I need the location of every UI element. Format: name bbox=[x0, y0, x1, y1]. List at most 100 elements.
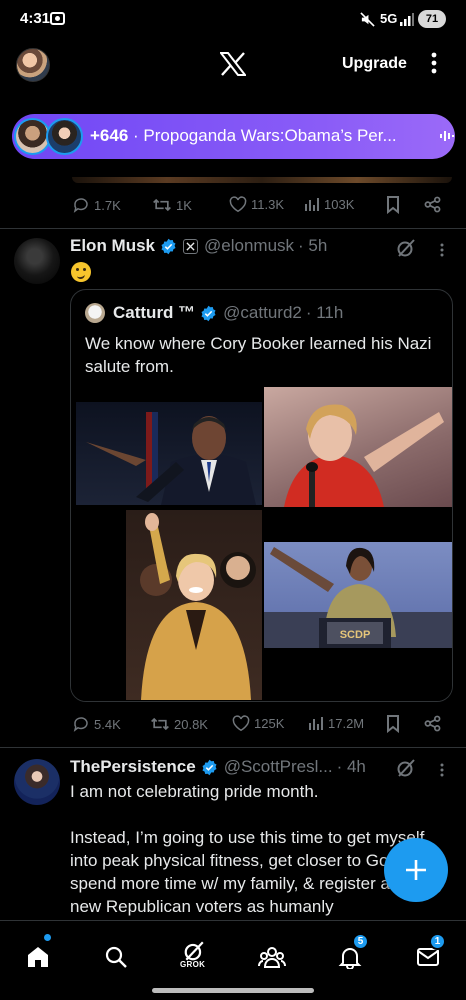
divider bbox=[0, 228, 466, 229]
quoted-tweet-header: Catturd ™ @catturd2 · 11h bbox=[85, 303, 343, 323]
bookmark-button[interactable] bbox=[386, 715, 400, 733]
smirk-emoji-icon bbox=[71, 262, 91, 282]
communities-icon bbox=[258, 947, 286, 968]
reply-count: 1.7K bbox=[94, 197, 121, 213]
quoted-author-handle: @catturd2 bbox=[223, 303, 302, 322]
status-time: 4:31 bbox=[20, 10, 51, 27]
reply-button[interactable]: 5.4K bbox=[72, 715, 121, 733]
views-icon bbox=[305, 198, 319, 211]
grok-icon[interactable] bbox=[396, 758, 416, 778]
tweet-more-icon[interactable] bbox=[440, 243, 444, 257]
mail-icon bbox=[417, 948, 439, 966]
like-button[interactable]: 11.3K bbox=[229, 196, 284, 213]
photo-2 bbox=[264, 387, 452, 507]
nav-home[interactable] bbox=[18, 937, 58, 977]
verified-badge-icon bbox=[201, 759, 218, 776]
tweet-text-line: I am not celebrating pride month. bbox=[70, 782, 319, 801]
previous-post-media[interactable] bbox=[72, 177, 452, 183]
tweet-more-icon[interactable] bbox=[440, 763, 444, 777]
photo-1 bbox=[76, 402, 262, 505]
space-title: +646 · Propoganda Wars:Obama’s Per... bbox=[90, 126, 397, 146]
like-button[interactable]: 125K bbox=[232, 715, 284, 732]
bookmark-icon bbox=[387, 196, 399, 214]
quoted-author-name: Catturd ™ bbox=[113, 303, 196, 322]
screen-record-icon bbox=[50, 12, 65, 25]
signal-icon bbox=[400, 12, 414, 26]
bookmark-button[interactable] bbox=[386, 196, 400, 214]
nav-search[interactable] bbox=[96, 937, 136, 977]
verified-badge-icon bbox=[160, 238, 177, 255]
network-type: 5G bbox=[380, 11, 398, 26]
author-handle[interactable]: @elonmusk bbox=[204, 236, 294, 256]
views-icon bbox=[309, 717, 323, 730]
heart-icon bbox=[232, 715, 250, 732]
status-bar: 4:31 5G 71 bbox=[0, 0, 466, 40]
notifications-badge: 5 bbox=[352, 933, 369, 950]
tweet-time: · 4h bbox=[336, 757, 366, 776]
mute-icon bbox=[360, 12, 375, 27]
plus-icon bbox=[406, 860, 426, 880]
quoted-author-avatar bbox=[85, 303, 105, 323]
battery-indicator: 71 bbox=[418, 10, 446, 28]
repost-count: 1K bbox=[176, 197, 192, 213]
grok-icon[interactable] bbox=[396, 238, 416, 258]
quoted-tweet-text: We know where Cory Booker learned his Na… bbox=[85, 334, 432, 376]
repost-icon bbox=[151, 717, 169, 731]
grok-label: GROK bbox=[180, 960, 206, 969]
compose-post-button[interactable] bbox=[384, 838, 448, 902]
tweet-actions: 5.4K 20.8K 125K 17.2M bbox=[72, 715, 452, 737]
nav-communities[interactable] bbox=[252, 937, 292, 977]
like-count: 11.3K bbox=[251, 197, 285, 212]
reply-count: 5.4K bbox=[94, 716, 121, 732]
previous-post-actions: 1.7K 1K 11.3K 103K bbox=[72, 196, 452, 218]
quoted-tweet-time: · 11h bbox=[305, 303, 344, 322]
x-logo-icon[interactable] bbox=[220, 52, 246, 76]
tweet-time: · 5h bbox=[298, 236, 328, 255]
search-icon bbox=[105, 946, 127, 968]
grok-icon bbox=[184, 941, 204, 961]
repost-button[interactable]: 20.8K bbox=[150, 715, 208, 733]
heart-icon bbox=[229, 196, 247, 213]
home-unread-dot bbox=[44, 934, 51, 941]
verified-badge-icon bbox=[200, 305, 217, 322]
home-icon bbox=[28, 947, 48, 967]
reply-icon bbox=[73, 717, 88, 732]
share-button[interactable] bbox=[424, 715, 441, 732]
more-options-icon[interactable] bbox=[431, 52, 437, 74]
tweet-text: I am not celebrating pride month. Instea… bbox=[70, 780, 445, 918]
reply-button[interactable]: 1.7K bbox=[72, 196, 121, 214]
tweet-header: ThePersistence @ScottPresl... · 4h bbox=[70, 757, 366, 777]
x-affiliate-badge-icon bbox=[183, 238, 199, 254]
quoted-tweet[interactable]: Catturd ™ @catturd2 · 11h We know where … bbox=[70, 289, 453, 702]
audio-wave-icon bbox=[440, 131, 454, 141]
bookmark-icon bbox=[387, 715, 399, 733]
tweet-header: Elon Musk @elonmusk · 5h bbox=[70, 236, 327, 256]
upgrade-button[interactable]: Upgrade bbox=[342, 55, 407, 73]
quoted-tweet-image-collage[interactable]: SCDP bbox=[71, 387, 452, 701]
reply-icon bbox=[73, 198, 88, 213]
profile-avatar[interactable] bbox=[16, 48, 50, 82]
live-space-banner[interactable]: +646 · Propoganda Wars:Obama’s Per... bbox=[12, 114, 455, 159]
author-avatar[interactable] bbox=[14, 238, 60, 284]
messages-badge: 1 bbox=[429, 933, 446, 950]
space-listener-count: +646 bbox=[90, 126, 129, 145]
repost-icon bbox=[153, 198, 171, 212]
share-icon bbox=[424, 196, 441, 213]
author-name[interactable]: ThePersistence bbox=[70, 757, 196, 777]
view-count: 103K bbox=[324, 196, 355, 212]
home-indicator bbox=[152, 988, 314, 993]
share-button[interactable] bbox=[424, 196, 441, 213]
space-speaker-avatar bbox=[46, 118, 83, 155]
author-name[interactable]: Elon Musk bbox=[70, 236, 155, 256]
repost-count: 20.8K bbox=[174, 716, 208, 732]
share-icon bbox=[424, 715, 441, 732]
photo-3 bbox=[126, 510, 262, 700]
views-button[interactable]: 17.2M bbox=[308, 715, 364, 731]
views-button[interactable]: 103K bbox=[304, 196, 354, 212]
divider bbox=[0, 747, 466, 748]
author-avatar[interactable] bbox=[14, 759, 60, 805]
repost-button[interactable]: 1K bbox=[152, 196, 192, 214]
podium-sign: SCDP bbox=[340, 629, 371, 641]
photo-4: SCDP bbox=[264, 542, 452, 648]
author-handle[interactable]: @ScottPresl... bbox=[224, 757, 333, 777]
